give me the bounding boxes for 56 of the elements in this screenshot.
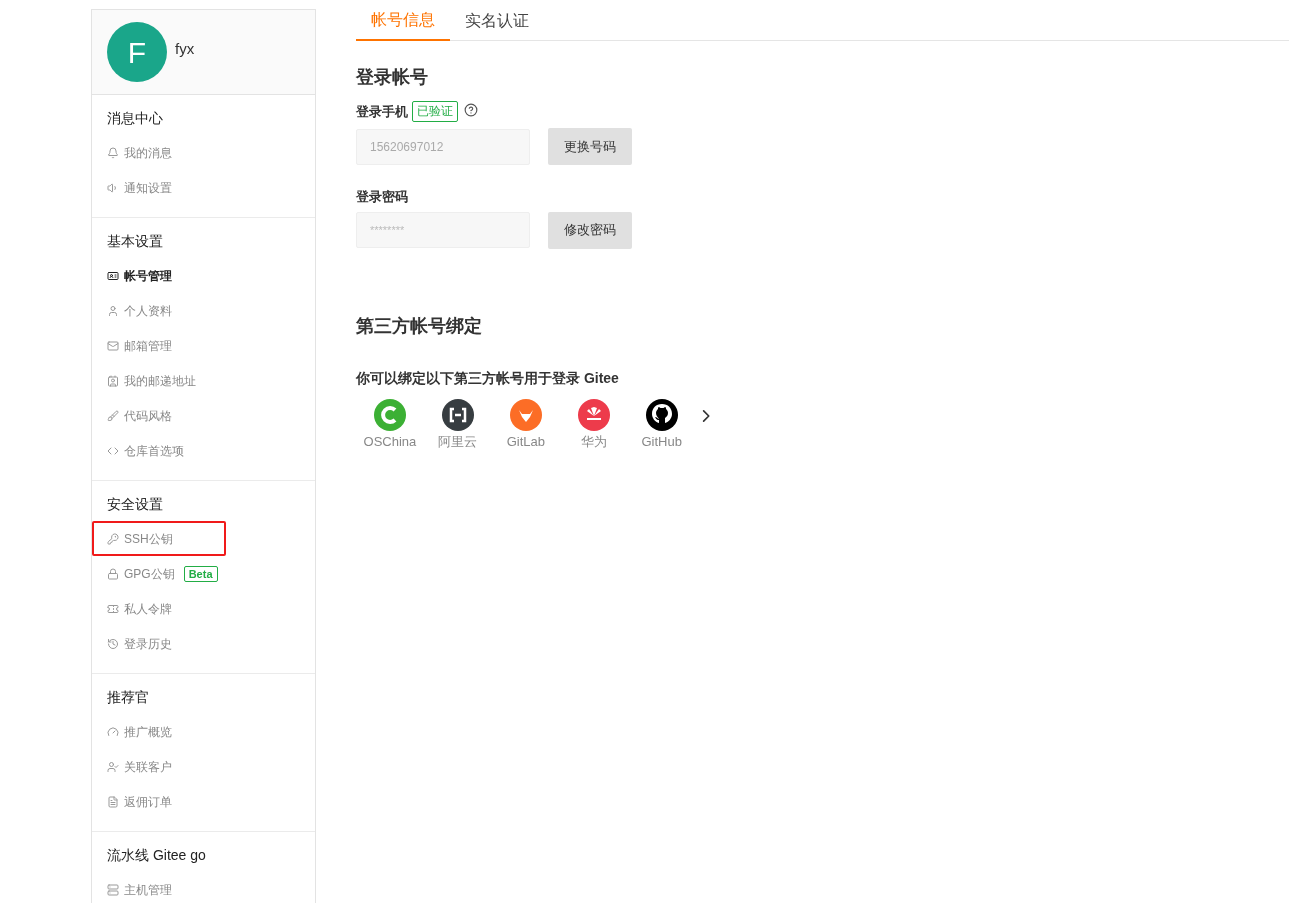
mail-icon [107, 339, 119, 352]
menu-item[interactable]: 邮箱管理 [94, 328, 180, 363]
menu-item[interactable]: 推广概览 [94, 714, 180, 749]
menu-item[interactable]: 通知设置 [94, 170, 180, 205]
id-card-icon [107, 269, 119, 282]
bell-icon [107, 146, 119, 159]
server-icon [107, 883, 119, 896]
section-title: 流水线 Gitee go [106, 845, 207, 865]
brush-icon [107, 409, 119, 422]
verified-badge: 已验证 [412, 101, 458, 122]
contact-card-icon [107, 374, 119, 387]
menu-item[interactable]: 登录历史 [94, 626, 180, 661]
section-heading: 登录帐号 [356, 66, 429, 89]
phone-input[interactable]: 15620697012 [356, 128, 530, 165]
key-icon [107, 532, 119, 545]
menu-item[interactable]: 帐号管理 [94, 258, 180, 293]
menu-item[interactable]: 主机管理 [94, 872, 180, 903]
menu-item[interactable]: SSH公钥 [92, 521, 226, 556]
section-title: 消息中心 [106, 108, 164, 128]
tab[interactable]: 帐号信息 [356, 0, 450, 41]
user-icon [107, 304, 119, 317]
gauge-icon [107, 725, 119, 738]
lock-icon [107, 567, 119, 580]
menu-item[interactable]: 返佣订单 [94, 784, 180, 819]
user-name[interactable]: fyx [175, 37, 195, 61]
menu-item[interactable]: 我的消息 [94, 135, 180, 170]
history-icon [107, 637, 119, 650]
provider-link[interactable]: GitHub [627, 398, 696, 451]
ticket-icon [107, 602, 119, 615]
beta-badge: Beta [183, 565, 218, 582]
section-title: 推荐官 [106, 687, 150, 707]
change-password-button[interactable]: 修改密码 [548, 211, 632, 249]
avatar[interactable]: F [107, 22, 167, 82]
help-icon[interactable] [464, 102, 478, 117]
document-icon [107, 795, 119, 808]
user-check-icon [107, 760, 119, 773]
tab[interactable]: 实名认证 [450, 0, 544, 41]
menu-item[interactable]: 个人资料 [94, 293, 180, 328]
provider-link[interactable]: GitLab [491, 398, 560, 451]
menu-item[interactable]: 代码风格 [94, 398, 180, 433]
bind-intro-text: 你可以绑定以下第三方帐号用于登录 Gitee [356, 368, 620, 388]
section-title: 安全设置 [106, 494, 164, 514]
provider-link[interactable]: 华为 [559, 398, 628, 451]
speaker-icon [107, 181, 119, 194]
provider-link[interactable]: 阿里云 [423, 398, 492, 451]
section-title: 基本设置 [106, 231, 164, 251]
section-heading: 第三方帐号绑定 [356, 314, 483, 338]
menu-item[interactable]: 关联客户 [94, 749, 180, 784]
field-label: 登录密码 [356, 188, 409, 206]
menu-item[interactable]: 私人令牌 [94, 591, 180, 626]
menu-item[interactable]: GPG公钥 [94, 556, 183, 591]
field-label: 登录手机 [356, 102, 408, 121]
change-number-button[interactable]: 更换号码 [548, 128, 632, 165]
provider-link[interactable]: OSChina [356, 398, 424, 451]
menu-item[interactable]: 我的邮递地址 [94, 363, 204, 398]
menu-item[interactable]: 仓库首选项 [94, 433, 192, 468]
